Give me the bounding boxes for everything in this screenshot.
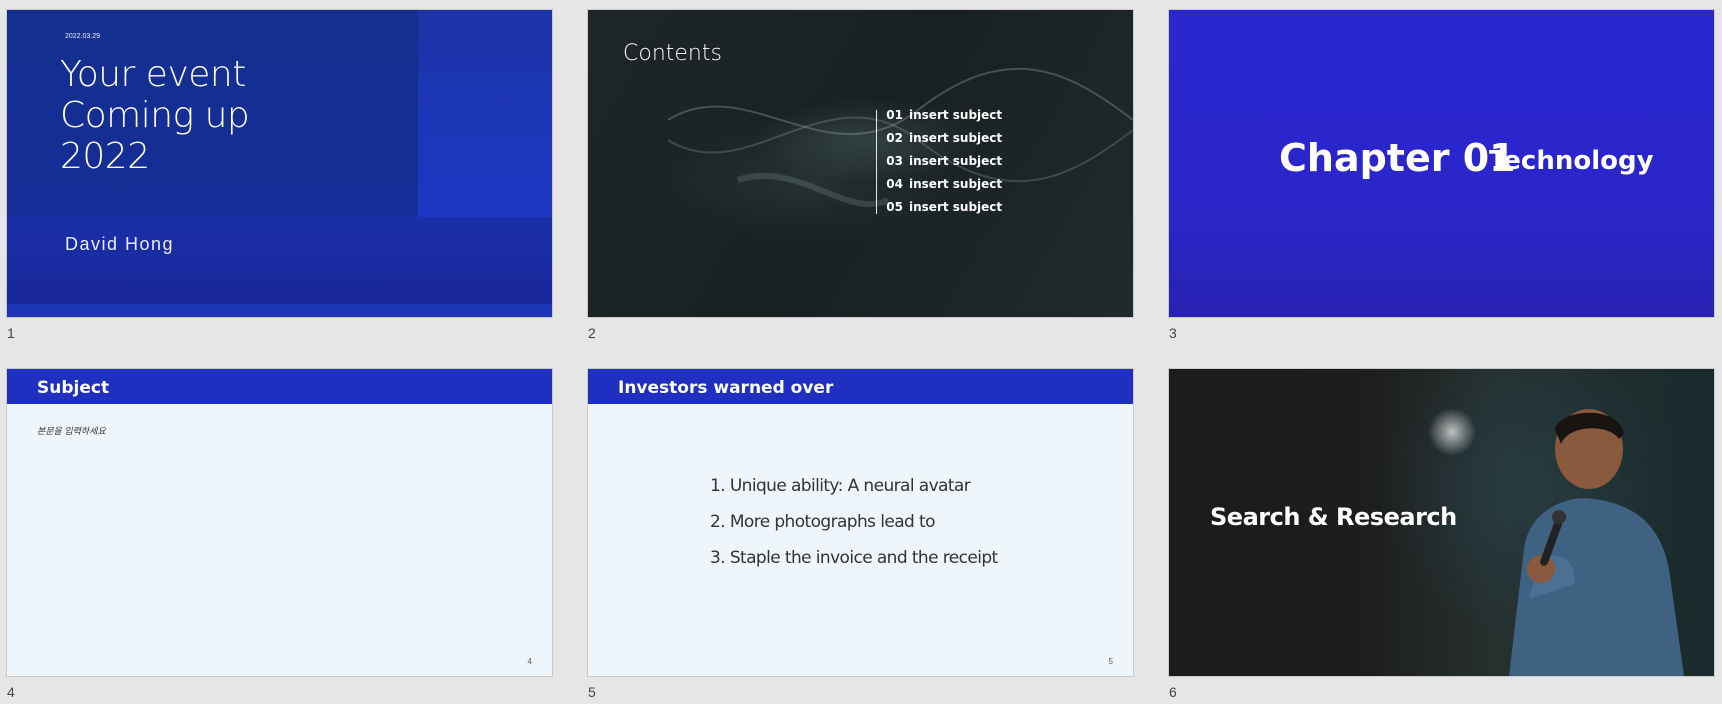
toc-number: 01 [886,108,903,122]
chapter-subtitle: Technology [1489,146,1654,176]
slide-thumbnail-3[interactable]: Chapter 01 Technology [1169,10,1714,317]
slide-thumbnail-4[interactable]: Subject 본문을 입력하세요 4 [7,369,552,676]
bottom-strip [7,304,552,317]
section-title: Search & Research [1210,503,1457,531]
toc-label: insert subject [909,131,1003,145]
body-placeholder: 본문을 입력하세요 [37,426,106,436]
toc-item: 04 insert subject [885,177,1002,200]
slide-thumbnail-1[interactable]: 2022.03.29 Your event Coming up 2022 Dav… [7,10,552,317]
numbered-list: 1. Unique ability: A neural avatar 2. Mo… [710,476,998,584]
toc-label: insert subject [909,200,1003,214]
toc-divider [876,110,877,214]
chapter-title: Chapter 01 [1279,136,1516,180]
toc-number: 03 [886,154,903,168]
event-date: 2022.03.29 [65,33,101,40]
speaker-photo [1509,409,1684,676]
slide-number-5: 5 [588,684,596,700]
toc-label: insert subject [909,154,1003,168]
toc-item: 01 insert subject [885,108,1002,131]
list-item: 2. More photographs lead to [710,512,935,532]
page-number: 5 [1108,657,1113,666]
event-title: Your event Coming up 2022 [60,54,250,177]
page-number: 4 [527,657,532,666]
slide-heading: Investors warned over [618,378,834,398]
toc-item: 05 insert subject [885,200,1002,223]
list-item: 1. Unique ability: A neural avatar [710,476,971,496]
list-item: 3. Staple the invoice and the receipt [710,548,998,568]
toc-number: 02 [886,131,903,145]
slide-number-1: 1 [7,325,15,341]
toc-label: insert subject [909,108,1003,122]
toc-label: insert subject [909,177,1003,191]
slide-heading: Subject [37,378,110,398]
table-of-contents: 01 insert subject 02 insert subject 03 inse… [885,108,1002,223]
slide-number-2: 2 [588,325,596,341]
slide-number-3: 3 [1169,325,1177,341]
accent-block [418,10,552,217]
slide-thumbnail-5[interactable]: Investors warned over 1. Unique ability:… [588,369,1133,676]
author-band [7,217,552,304]
author-name: David Hong [65,234,175,254]
contents-title: Contents [623,41,722,66]
title-line: Coming up [60,95,250,136]
slide-thumbnail-6[interactable]: Search & Research [1169,369,1714,676]
toc-item: 02 insert subject [885,131,1002,154]
toc-number: 05 [886,200,903,214]
toc-item: 03 insert subject [885,154,1002,177]
toc-number: 04 [886,177,903,191]
slide-number-6: 6 [1169,684,1177,700]
title-line: 2022 [60,136,150,177]
title-line: Your event [60,54,246,95]
slide-number-4: 4 [7,684,15,700]
slide-thumbnail-2[interactable]: Contents 01 insert subject 02 insert subje… [588,10,1133,317]
